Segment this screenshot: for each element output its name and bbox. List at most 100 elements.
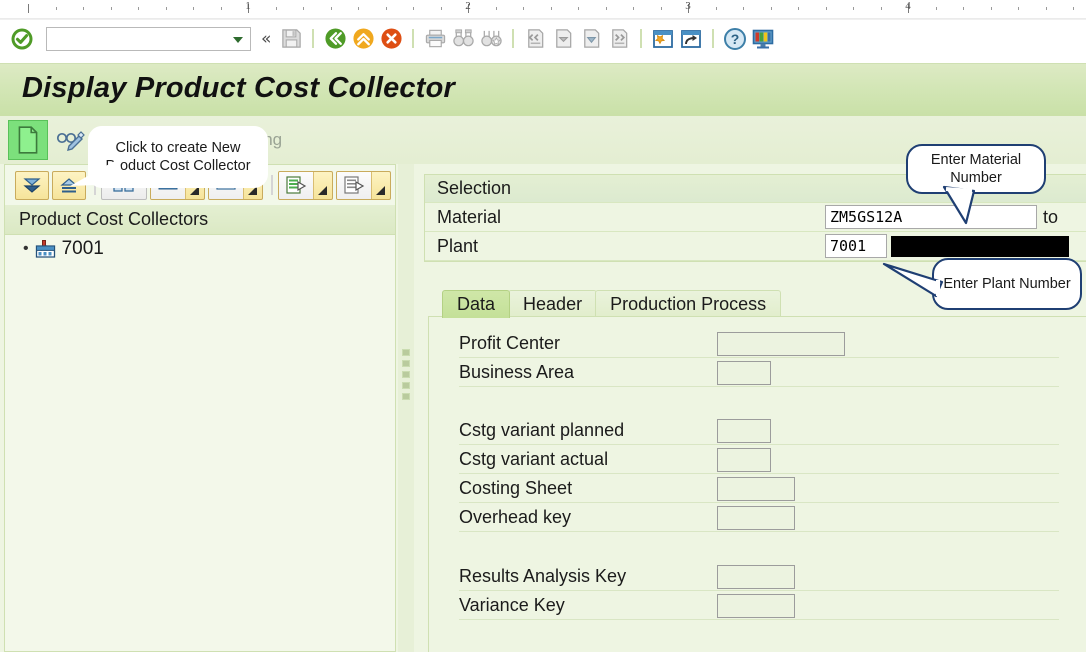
- callout-material-text: Enter Material Number: [930, 151, 1022, 186]
- tab-production-process-label: Production Process: [610, 294, 767, 314]
- toolbar-separator: [412, 29, 415, 48]
- ruler-tick: [495, 7, 497, 10]
- panel-splitter[interactable]: [398, 164, 414, 652]
- callout-material-tail: [942, 185, 976, 225]
- chevron-down-icon[interactable]: [233, 36, 243, 43]
- callout-new-pcc-tail: [70, 158, 122, 186]
- cstg-variant-planned-row: Cstg variant planned: [459, 416, 1059, 445]
- expand-all-icon: [23, 177, 41, 193]
- plant-factory-icon: [35, 240, 55, 258]
- ruler-tick: [660, 7, 662, 10]
- create-shortcut-icon[interactable]: [678, 26, 704, 52]
- detail-options-dropdown-arrow[interactable]: [372, 172, 390, 199]
- results-analysis-key-row: Results Analysis Key: [459, 562, 1059, 591]
- enter-check-icon[interactable]: [9, 26, 35, 52]
- business-area-field[interactable]: [717, 361, 771, 385]
- ruler-tick: [935, 7, 937, 10]
- ruler-tick: [303, 7, 304, 10]
- next-page-icon[interactable]: [578, 26, 604, 52]
- ruler-tick: [275, 7, 277, 10]
- expand-all-button[interactable]: [15, 170, 49, 200]
- overhead-key-field[interactable]: [717, 506, 795, 530]
- first-page-icon[interactable]: [522, 26, 548, 52]
- create-session-icon[interactable]: [650, 26, 676, 52]
- costing-sheet-field[interactable]: [717, 477, 795, 501]
- tab-production-process[interactable]: Production Process: [595, 290, 782, 318]
- customize-layout-icon[interactable]: [750, 26, 776, 52]
- ruler-tick: [633, 7, 634, 10]
- results-analysis-key-label: Results Analysis Key: [459, 562, 714, 591]
- content-area: Product Cost Collectors • 7001 Selection…: [0, 164, 1086, 652]
- tree-node-7001[interactable]: • 7001: [5, 235, 395, 263]
- results-analysis-key-field[interactable]: [717, 565, 795, 589]
- ruler-tick: [330, 7, 332, 10]
- list-options-button[interactable]: [278, 170, 333, 200]
- tab-header[interactable]: Header: [508, 290, 598, 318]
- ruler-tick: [605, 7, 607, 10]
- ruler-tick: [55, 7, 57, 10]
- screen-title-bar: Display Product Cost Collector: [0, 63, 1086, 118]
- back-icon[interactable]: [322, 26, 348, 52]
- toolbar-separator: [712, 29, 715, 48]
- find-icon[interactable]: [450, 26, 476, 52]
- variance-key-field[interactable]: [717, 594, 795, 618]
- business-area-label: Business Area: [459, 358, 714, 387]
- bullet-icon: •: [23, 240, 29, 257]
- save-icon[interactable]: [278, 26, 304, 52]
- tab-header-label: Header: [523, 294, 583, 314]
- variance-key-row: Variance Key: [459, 591, 1059, 620]
- svg-text:?: ?: [731, 31, 740, 47]
- list-detail-icon: [344, 176, 365, 194]
- ruler-tick: [578, 7, 579, 10]
- toolbar-separator: [640, 29, 643, 48]
- profit-center-row: Profit Center: [459, 329, 1059, 358]
- costing-sheet-row: Costing Sheet: [459, 474, 1059, 503]
- data-tab-panel: Profit Center Business Area Cstg variant…: [428, 316, 1086, 652]
- ruler-tick: [1018, 7, 1019, 10]
- list-options-dropdown-arrow[interactable]: [314, 172, 332, 199]
- ruler-tick: [523, 7, 524, 10]
- ruler-tick: [385, 7, 387, 10]
- cstg-variant-planned-field[interactable]: [717, 419, 771, 443]
- detail-options-button[interactable]: [336, 170, 391, 200]
- command-input[interactable]: [47, 27, 229, 50]
- ruler-tick: [28, 4, 29, 13]
- ruler-tick: [83, 7, 84, 10]
- help-icon[interactable]: ?: [722, 26, 748, 52]
- cstg-variant-actual-label: Cstg variant actual: [459, 445, 714, 474]
- ruler-tick: [825, 7, 827, 10]
- business-area-row: Business Area: [459, 358, 1059, 387]
- profit-center-field[interactable]: [717, 332, 845, 356]
- sap-standard-toolbar: « ?: [0, 20, 1086, 57]
- ruler-tick: [990, 7, 992, 10]
- plant-input[interactable]: [825, 234, 887, 258]
- ruler-tick: [1045, 7, 1047, 10]
- splitter-grip[interactable]: [402, 349, 410, 404]
- ruler-tick: [880, 7, 882, 10]
- new-product-cost-collector-button[interactable]: [8, 120, 48, 160]
- ruler-tick: [193, 7, 194, 10]
- exit-icon[interactable]: [350, 26, 376, 52]
- tab-data[interactable]: Data: [442, 290, 511, 318]
- ruler-tick: [413, 7, 414, 10]
- previous-page-icon[interactable]: [550, 26, 576, 52]
- costing-sheet-label: Costing Sheet: [459, 474, 714, 503]
- ruler-tick: [165, 7, 167, 10]
- command-field[interactable]: [46, 26, 251, 51]
- detail-form-panel: Selection Material to Plant Data Header: [416, 164, 1086, 652]
- selection-caption-label: Selection: [437, 178, 512, 198]
- collapse-double-chevron-icon[interactable]: «: [261, 29, 271, 49]
- last-page-icon[interactable]: [606, 26, 632, 52]
- ruler-number: 1: [245, 0, 251, 12]
- find-next-icon[interactable]: [478, 26, 504, 52]
- cancel-icon[interactable]: [378, 26, 404, 52]
- product-cost-collectors-panel: Product Cost Collectors • 7001: [4, 164, 396, 652]
- print-icon[interactable]: [422, 26, 448, 52]
- overhead-key-label: Overhead key: [459, 503, 714, 532]
- cstg-variant-actual-field[interactable]: [717, 448, 771, 472]
- plant-redaction-bar: [891, 235, 1069, 257]
- ruler-tick: [110, 7, 112, 10]
- ruler-tick: [358, 7, 359, 10]
- ruler-tick: [963, 7, 964, 10]
- ruler-tick: [220, 7, 222, 10]
